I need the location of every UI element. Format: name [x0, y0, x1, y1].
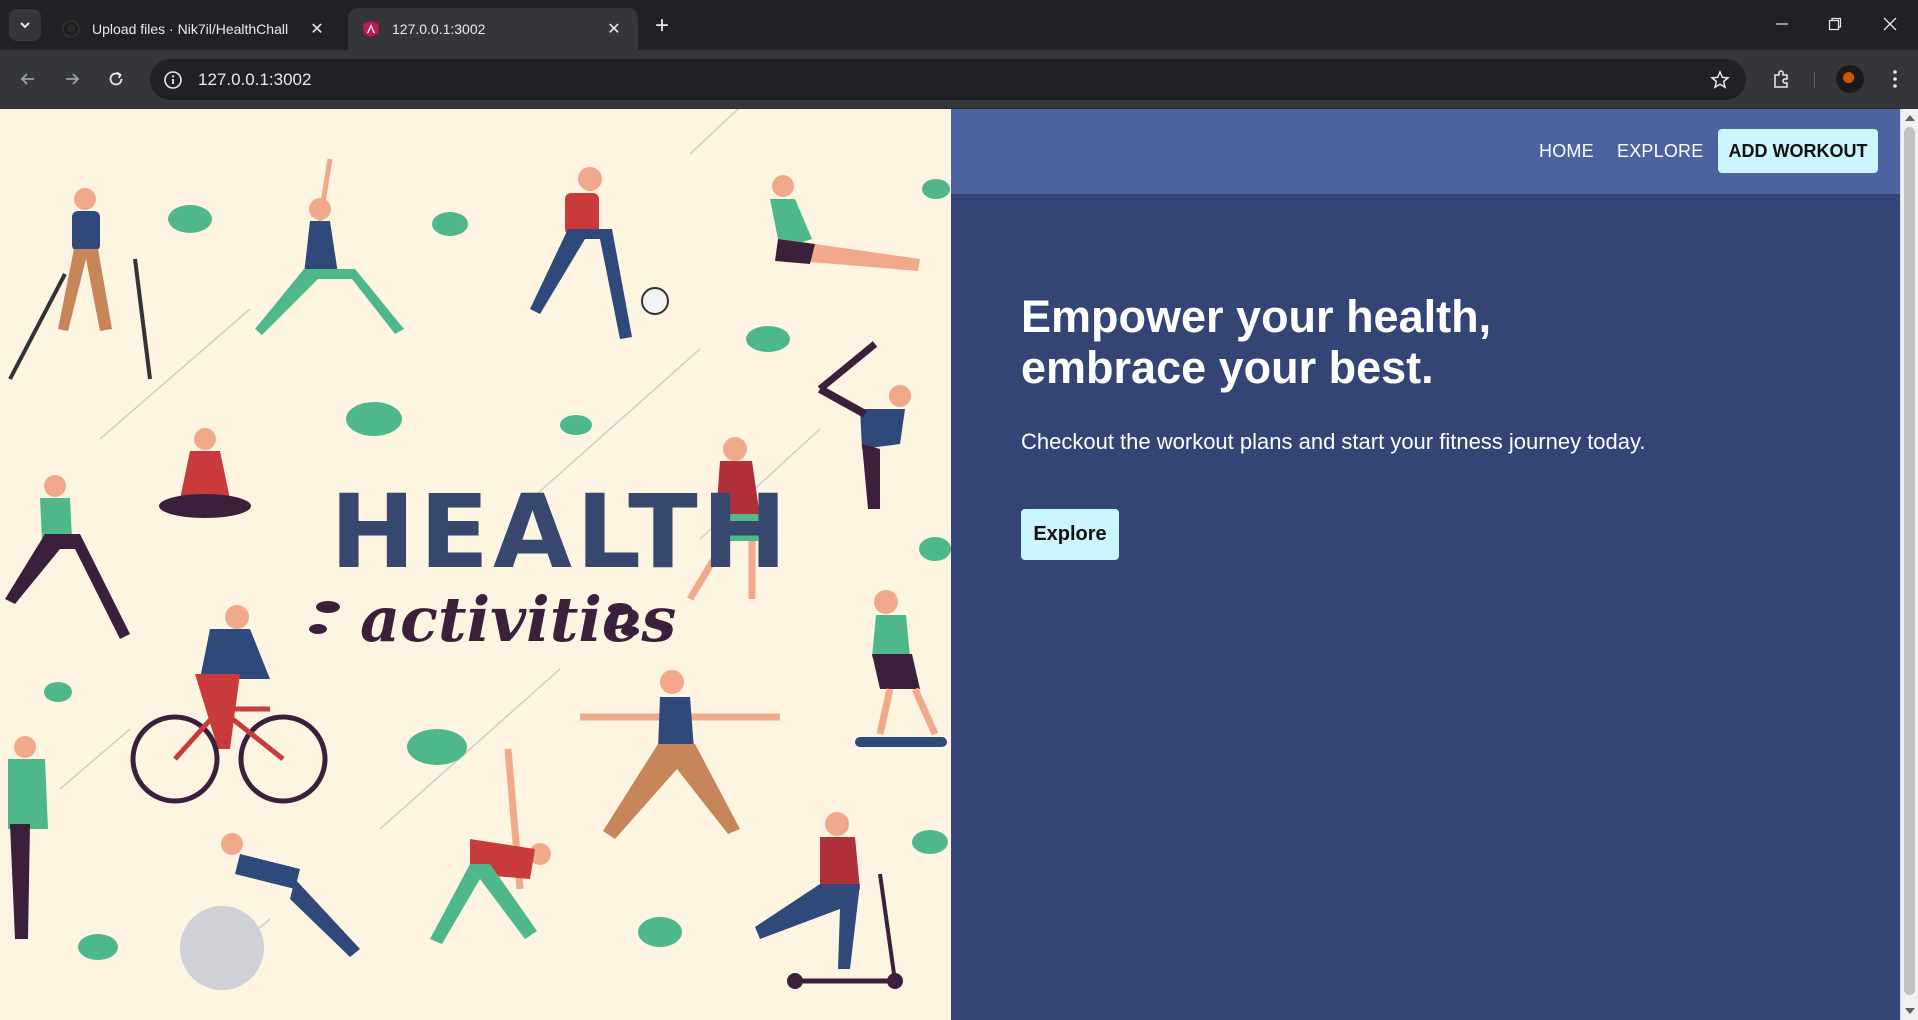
bookmark-star-icon[interactable]: [1708, 68, 1732, 92]
reload-icon: [109, 71, 123, 86]
hero-section: HOME EXPLORE ADD WORKOUT Empower your he…: [951, 109, 1900, 1020]
scroll-down-icon[interactable]: [1905, 1008, 1915, 1014]
restore-button[interactable]: [1815, 8, 1855, 40]
extensions-button[interactable]: [1766, 64, 1796, 94]
toolbar-divider: [1814, 72, 1815, 88]
health-illustration: HEALTH activities: [0, 109, 951, 1020]
new-tab-button[interactable]: +: [648, 12, 676, 40]
profile-avatar[interactable]: [1836, 65, 1864, 93]
headline-line-1: Empower your health,: [1021, 291, 1492, 342]
minimize-icon: [1776, 23, 1788, 25]
site-info-icon[interactable]: [162, 69, 184, 91]
hero-subtitle: Checkout the workout plans and start you…: [1021, 429, 1646, 454]
add-workout-button[interactable]: ADD WORKOUT: [1718, 129, 1878, 173]
browser-toolbar: 127.0.0.1:3002: [0, 50, 1918, 109]
tab-title: Upload files · Nik7il/HealthChall: [92, 21, 289, 37]
hero-headline: Empower your health, embrace your best.: [1021, 291, 1721, 393]
chevron-down-icon: [20, 22, 30, 29]
headline-line-2: embrace your best.: [1021, 342, 1434, 393]
github-icon: [62, 20, 80, 38]
scroll-up-icon[interactable]: [1905, 115, 1915, 121]
close-window-button[interactable]: [1870, 8, 1910, 40]
browser-tab-active[interactable]: 127.0.0.1:3002 ✕: [348, 8, 638, 50]
explore-button[interactable]: Explore: [1021, 509, 1119, 560]
angular-icon: [363, 21, 379, 37]
puzzle-icon: [1774, 70, 1788, 88]
illustration-title: HEALTH: [330, 473, 792, 592]
browser-menu-button[interactable]: [1880, 64, 1910, 94]
forward-button[interactable]: [56, 63, 88, 95]
arrow-left-icon: [20, 73, 34, 85]
restore-icon: [1828, 17, 1842, 31]
tab-search-button[interactable]: [9, 9, 41, 41]
address-bar[interactable]: 127.0.0.1:3002: [150, 59, 1746, 100]
close-tab-icon[interactable]: ✕: [307, 19, 327, 39]
scrollbar-thumb[interactable]: [1904, 127, 1915, 995]
illustration-subtitle: activities: [360, 583, 677, 656]
page-viewport: HEALTH activities HOME EXPLORE ADD WORKO…: [0, 109, 1900, 1020]
arrow-right-icon: [66, 73, 80, 85]
browser-tab-strip: Upload files · Nik7il/HealthChall ✕ 127.…: [0, 0, 1918, 50]
close-icon: [1883, 17, 1897, 31]
back-button[interactable]: [12, 63, 44, 95]
nav-explore-link[interactable]: EXPLORE: [1617, 141, 1703, 162]
app-navbar: HOME EXPLORE ADD WORKOUT: [951, 109, 1900, 194]
nav-home-link[interactable]: HOME: [1539, 141, 1594, 162]
reload-button[interactable]: [100, 63, 132, 95]
kebab-menu-icon: [1893, 70, 1897, 88]
tab-title: 127.0.0.1:3002: [392, 21, 486, 37]
url-text: 127.0.0.1:3002: [198, 69, 312, 89]
page-scrollbar[interactable]: [1900, 109, 1918, 1020]
minimize-button[interactable]: [1762, 8, 1802, 40]
close-tab-icon[interactable]: ✕: [604, 19, 624, 39]
browser-tab-github[interactable]: Upload files · Nik7il/HealthChall ✕: [48, 8, 341, 50]
